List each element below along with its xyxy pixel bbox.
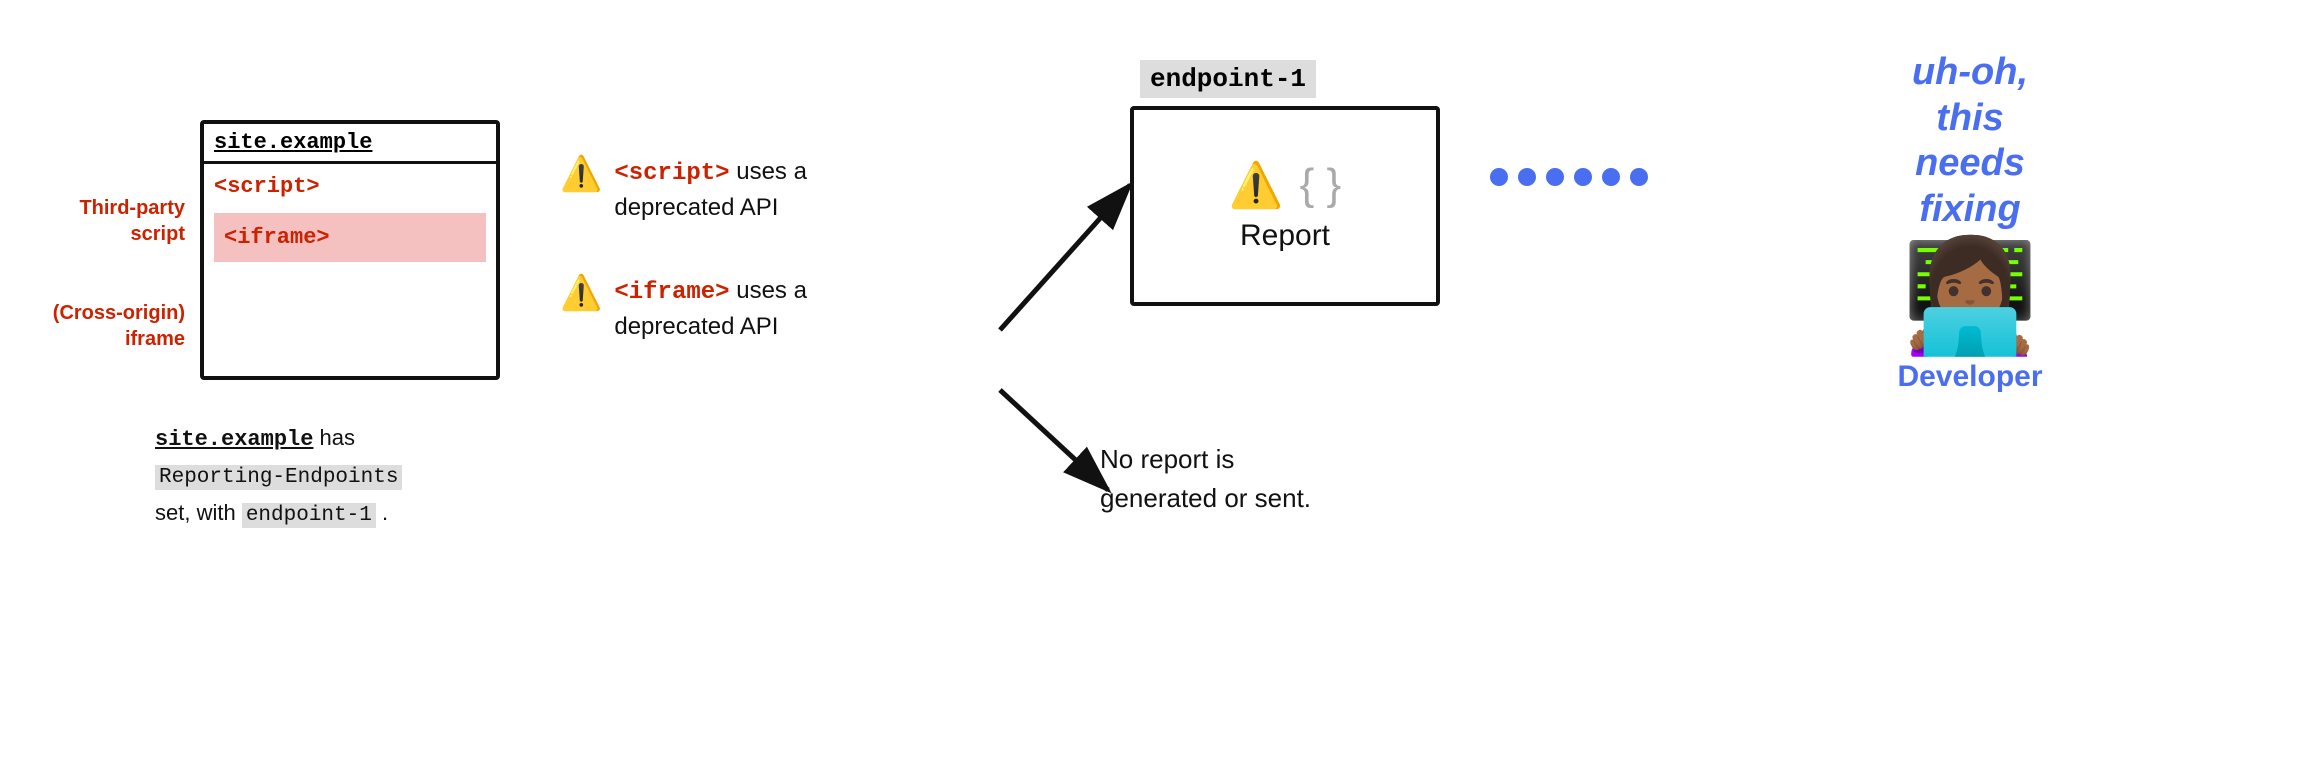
caption-endpoint-1: endpoint-1 [242, 503, 376, 528]
developer-emoji: 👩🏾‍💻 [1800, 242, 2140, 352]
endpoint-label: endpoint-1 [1140, 60, 1316, 98]
label-cross-origin: (Cross-origin)iframe [20, 300, 185, 352]
dot-1 [1490, 168, 1508, 186]
bottom-caption: site.example has Reporting-Endpoints set… [155, 420, 402, 532]
endpoint-warning-icon: ⚠️ [1229, 159, 1284, 211]
diagram: site.example <script> <iframe> Third-par… [0, 0, 2324, 762]
browser-script-tag: <script> [204, 164, 496, 205]
warning-icon-2: ⚠️ [560, 276, 602, 310]
dot-3 [1546, 168, 1564, 186]
endpoint-container: endpoint-1 ⚠️ { } Report [1130, 60, 1440, 306]
caption-site-example: site.example [155, 427, 313, 452]
warning-text-1: <script> uses adeprecated API [614, 155, 807, 224]
dot-2 [1518, 168, 1536, 186]
browser-title: site.example [214, 130, 372, 155]
warning-item-iframe: ⚠️ <iframe> uses adeprecated API [560, 274, 980, 343]
warning-tag-script: <script> [614, 160, 729, 187]
endpoint-box: ⚠️ { } Report [1130, 106, 1440, 306]
browser-box: site.example <script> <iframe> [200, 120, 500, 380]
dotted-line [1490, 168, 1648, 186]
label-third-party: Third-partyscript [30, 195, 185, 247]
uh-oh-text: uh-oh,thisneedsfixing [1800, 50, 2140, 232]
endpoint-report-text: Report [1240, 219, 1330, 253]
developer-area: uh-oh,thisneedsfixing 👩🏾‍💻 Developer [1800, 50, 2140, 394]
dot-6 [1630, 168, 1648, 186]
endpoint-icons: ⚠️ { } [1229, 159, 1341, 211]
warning-text-2: <iframe> uses adeprecated API [614, 274, 807, 343]
warning-tag-iframe: <iframe> [614, 279, 729, 306]
browser-titlebar: site.example [204, 124, 496, 164]
warning-icon-1: ⚠️ [560, 157, 602, 191]
browser-iframe-tag: <iframe> [214, 213, 486, 262]
warning-area: ⚠️ <script> uses adeprecated API ⚠️ <ifr… [560, 155, 980, 393]
developer-label: Developer [1800, 360, 2140, 394]
dot-5 [1602, 168, 1620, 186]
no-report-text: No report isgenerated or sent. [1100, 440, 1311, 518]
dot-4 [1574, 168, 1592, 186]
warning-item-script: ⚠️ <script> uses adeprecated API [560, 155, 980, 224]
caption-reporting-endpoints: Reporting-Endpoints [155, 465, 402, 490]
endpoint-braces: { } [1300, 160, 1342, 210]
